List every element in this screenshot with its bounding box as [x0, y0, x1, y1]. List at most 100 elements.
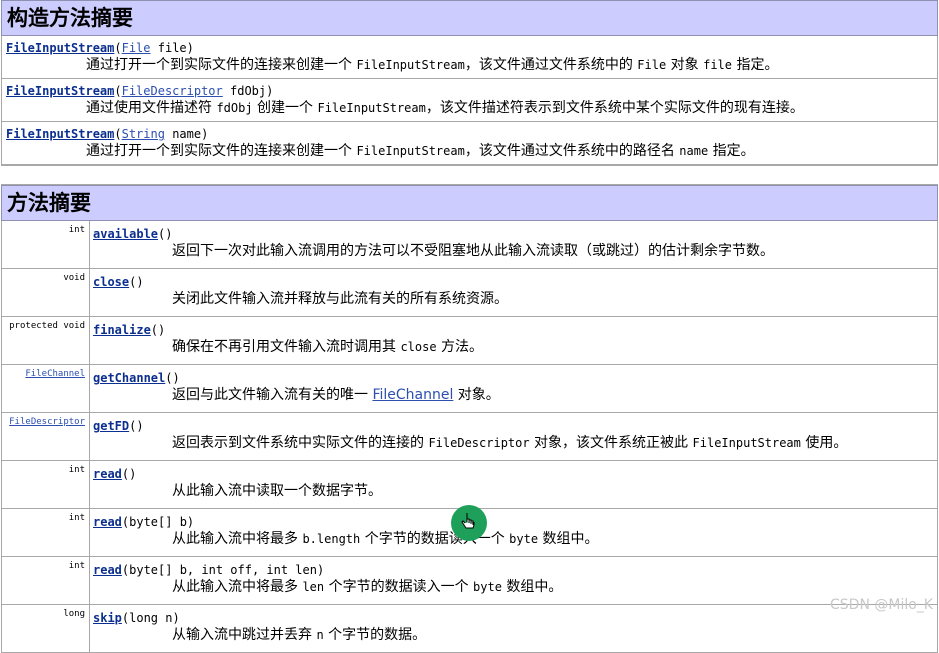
- return-type-cell: FileDescriptor: [1, 412, 90, 461]
- method-link[interactable]: read: [93, 467, 122, 481]
- method-cell: getFD() 返回表示到文件系统中实际文件的连接的 FileDescriptor…: [89, 412, 938, 461]
- method-cell: getChannel() 返回与此文件输入流有关的唯一 FileChannel 对…: [89, 364, 938, 413]
- return-type: void: [63, 273, 85, 283]
- type-link[interactable]: FileChannel: [372, 387, 453, 403]
- method-link[interactable]: skip: [93, 611, 122, 625]
- constructor-link[interactable]: FileInputStream: [6, 84, 114, 98]
- method-row: int available() 返回下一次对此输入流调用的方法可以不受阻塞地从此输入…: [1, 220, 938, 269]
- code-text: File: [637, 58, 667, 72]
- method-row: FileDescriptor getFD() 返回表示到文件系统中实际文件的连接的 …: [1, 412, 938, 461]
- method-cell: read(byte[] b, int off, int len) 从此输入流中将最…: [89, 556, 938, 605]
- gap-spacer: [1, 165, 938, 185]
- return-type-cell: int: [1, 556, 90, 605]
- method-signature: close(): [93, 275, 144, 289]
- constructor-description: 通过打开一个到实际文件的连接来创建一个 FileInputStream，该文件通…: [86, 143, 755, 159]
- code-text: FileDescriptor: [428, 436, 530, 450]
- method-link[interactable]: available: [93, 227, 158, 241]
- method-description: 返回下一次对此输入流调用的方法可以不受阻塞地从此输入流读取（或跳过）的估计剩余字…: [172, 243, 774, 259]
- return-type-cell: void: [1, 268, 90, 317]
- code-text: len: [302, 580, 325, 594]
- method-link[interactable]: close: [93, 275, 129, 289]
- method-cell: finalize() 确保在不再引用文件输入流时调用其 close 方法。: [89, 316, 938, 365]
- method-link[interactable]: getFD: [93, 419, 129, 433]
- method-description: 从输入流中跳过并丢弃 n 个字节的数据。: [172, 627, 427, 643]
- constructor-signature: FileInputStream(File file): [6, 41, 194, 55]
- method-row: protected void finalize() 确保在不再引用文件输入流时调用其…: [1, 316, 938, 365]
- return-type: int: [68, 225, 85, 235]
- method-link[interactable]: finalize: [93, 323, 151, 337]
- constructor-summary-table: 构造方法摘要 FileInputStream(File file) 通过打开一个到…: [1, 0, 938, 165]
- constructor-list: FileInputStream(File file) 通过打开一个到实际文件的连接…: [1, 35, 938, 165]
- method-row: int read(byte[] b, int off, int len) 从此输入流…: [1, 556, 938, 605]
- method-description: 关闭此文件输入流并释放与此流有关的所有系统资源。: [172, 291, 508, 307]
- return-type: protected void: [9, 321, 85, 331]
- code-text: byte: [509, 532, 539, 546]
- method-cell: skip(long n) 从输入流中跳过并丢弃 n 个字节的数据。: [89, 604, 938, 653]
- method-signature: read(byte[] b): [93, 515, 195, 529]
- method-description: 确保在不再引用文件输入流时调用其 close 方法。: [172, 339, 484, 355]
- method-signature: finalize(): [93, 323, 166, 337]
- method-description: 从此输入流中将最多 b.length 个字节的数据读入一个 byte 数组中。: [172, 531, 599, 547]
- method-signature: read(byte[] b, int off, int len): [93, 563, 325, 577]
- method-summary-heading: 方法摘要: [1, 185, 938, 221]
- method-cell: read() 从此输入流中读取一个数据字节。: [89, 460, 938, 509]
- method-description: 从此输入流中将最多 len 个字节的数据读入一个 byte 数组中。: [172, 579, 563, 595]
- method-signature: skip(long n): [93, 611, 180, 625]
- hand-pointer-icon: [461, 513, 475, 529]
- constructor-link[interactable]: FileInputStream: [6, 41, 114, 55]
- method-row: int read() 从此输入流中读取一个数据字节。: [1, 460, 938, 509]
- return-type: int: [68, 561, 85, 571]
- param-type-link[interactable]: String: [122, 127, 165, 141]
- return-type-cell: protected void: [1, 316, 90, 365]
- code-text: FileInputStream: [317, 101, 426, 115]
- code-text: b.length: [302, 532, 361, 546]
- code-text: file: [703, 58, 732, 72]
- return-type-cell: long: [1, 604, 90, 653]
- constructor-cell: FileInputStream(String name) 通过打开一个到实际文件的…: [1, 121, 938, 165]
- constructor-description: 通过打开一个到实际文件的连接来创建一个 FileInputStream，该文件通…: [86, 57, 779, 73]
- method-link[interactable]: getChannel: [93, 371, 165, 385]
- return-type-cell: FileChannel: [1, 364, 90, 413]
- constructor-cell: FileInputStream(File file) 通过打开一个到实际文件的连接…: [1, 35, 938, 79]
- method-link[interactable]: read: [93, 515, 122, 529]
- return-type: int: [68, 513, 85, 523]
- return-type-cell: int: [1, 220, 90, 269]
- code-text: FileInputStream: [356, 58, 465, 72]
- method-description: 返回与此文件输入流有关的唯一 FileChannel 对象。: [172, 387, 500, 403]
- code-text: fdObj: [216, 101, 253, 115]
- constructor-cell: FileInputStream(FileDescriptor fdObj) 通过使…: [1, 78, 938, 122]
- method-description: 从此输入流中读取一个数据字节。: [172, 483, 382, 499]
- method-row: long skip(long n) 从输入流中跳过并丢弃 n 个字节的数据。: [1, 604, 938, 653]
- method-signature: getFD(): [93, 419, 144, 433]
- constructor-row: FileInputStream(FileDescriptor fdObj) 通过使…: [1, 78, 938, 122]
- param-type-link[interactable]: File: [122, 41, 151, 55]
- code-text: close: [400, 340, 437, 354]
- return-type-link[interactable]: FileChannel: [25, 369, 85, 379]
- constructor-row: FileInputStream(String name) 通过打开一个到实际文件的…: [1, 121, 938, 165]
- method-signature: read(): [93, 467, 137, 481]
- return-type-cell: int: [1, 460, 90, 509]
- return-type: int: [68, 465, 85, 475]
- method-signature: available(): [93, 227, 173, 241]
- code-text: FileInputStream: [692, 436, 801, 450]
- constructor-signature: FileInputStream(String name): [6, 127, 209, 141]
- return-type-cell: int: [1, 508, 90, 557]
- constructor-link[interactable]: FileInputStream: [6, 127, 114, 141]
- method-link[interactable]: read: [93, 563, 122, 577]
- method-row: void close() 关闭此文件输入流并释放与此流有关的所有系统资源。: [1, 268, 938, 317]
- method-summary-table: 方法摘要 int available() 返回下一次对此输入流调用的方法可以不受阻塞…: [1, 185, 938, 653]
- constructor-summary-heading: 构造方法摘要: [1, 0, 938, 36]
- constructor-row: FileInputStream(File file) 通过打开一个到实际文件的连接…: [1, 35, 938, 79]
- constructor-description: 通过使用文件描述符 fdObj 创建一个 FileInputStream，该文件…: [86, 100, 804, 116]
- method-description: 返回表示到文件系统中实际文件的连接的 FileDescriptor 对象，该文件…: [172, 435, 848, 451]
- method-cell: available() 返回下一次对此输入流调用的方法可以不受阻塞地从此输入流读取…: [89, 220, 938, 269]
- constructor-signature: FileInputStream(FileDescriptor fdObj): [6, 84, 274, 98]
- method-cell: close() 关闭此文件输入流并释放与此流有关的所有系统资源。: [89, 268, 938, 317]
- method-signature: getChannel(): [93, 371, 180, 385]
- method-row: FileChannel getChannel() 返回与此文件输入流有关的唯一 Fi…: [1, 364, 938, 413]
- return-type-link[interactable]: FileDescriptor: [9, 417, 85, 427]
- method-cell: read(byte[] b) 从此输入流中将最多 b.length 个字节的数据读…: [89, 508, 938, 557]
- code-text: name: [679, 144, 709, 158]
- param-type-link[interactable]: FileDescriptor: [122, 84, 223, 98]
- code-text: FileInputStream: [356, 144, 465, 158]
